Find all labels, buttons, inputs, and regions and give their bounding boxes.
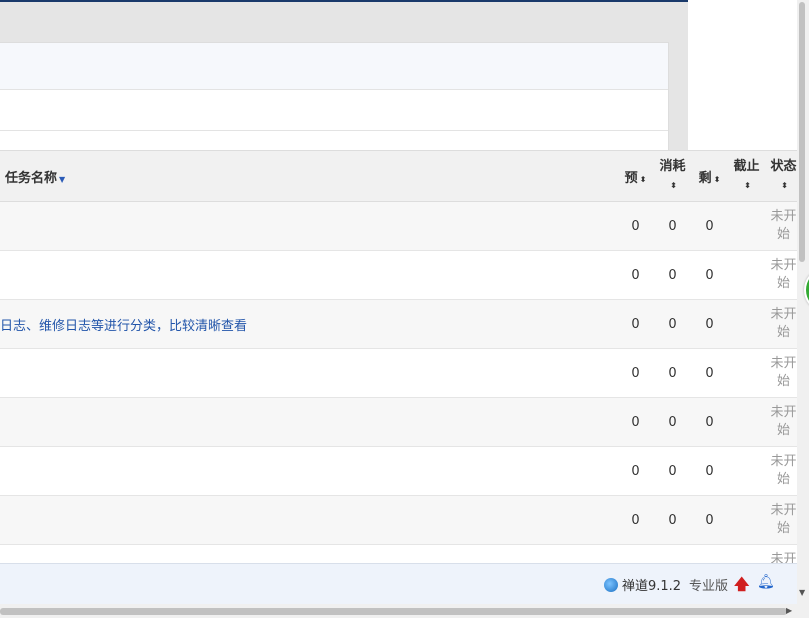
estimate-cell: 0 <box>617 250 654 300</box>
estimate-cell: 0 <box>617 397 654 447</box>
task-table: 任务名称 ▼ 预 ⬍ 消耗 ⬍ 剩 ⬍ 截止 ⬍ 状态 ⬍ 0 0 0 未开始 … <box>0 150 797 563</box>
column-header-label: 状态 <box>770 158 797 174</box>
status-cell: 未开始 <box>765 446 797 496</box>
status-cell: 未开始 <box>765 544 797 563</box>
left-cell: 0 <box>691 446 728 496</box>
sort-arrows-icon[interactable]: ⬍ <box>714 175 721 184</box>
upgrade-arrow-icon[interactable]: 🡅 <box>734 574 749 599</box>
deadline-cell <box>728 446 765 496</box>
consumed-cell: 0 <box>654 299 691 349</box>
consumed-cell: 0 <box>654 495 691 545</box>
sort-arrows-icon[interactable]: ⬍ <box>781 181 788 190</box>
status-cell: 未开始 <box>765 348 797 398</box>
left-cell: 0 <box>691 348 728 398</box>
deadline-cell <box>728 495 765 545</box>
column-header-label: 消耗 <box>659 158 686 174</box>
deadline-cell <box>728 250 765 300</box>
table-row[interactable]: 0 0 0 未开始 <box>0 397 797 447</box>
consumed-cell: 0 <box>654 348 691 398</box>
left-cell: 0 <box>691 299 728 349</box>
zentao-brand-link[interactable]: 禅道9.1.2 <box>604 575 681 594</box>
table-row[interactable]: 0 0 0 未开始 <box>0 544 797 563</box>
top-nav-bar <box>0 0 688 2</box>
estimate-cell: 0 <box>617 544 654 563</box>
estimate-cell: 0 <box>617 348 654 398</box>
edition-label: 专业版 <box>689 579 729 594</box>
scrollbar-thumb[interactable] <box>799 2 805 262</box>
left-cell: 0 <box>691 495 728 545</box>
status-cell: 未开始 <box>765 201 797 251</box>
consumed-cell: 0 <box>654 397 691 447</box>
estimate-cell: 0 <box>617 299 654 349</box>
table-row[interactable]: 0 0 0 未开始 <box>0 348 797 398</box>
task-name-cell[interactable] <box>0 201 617 251</box>
task-name-cell[interactable] <box>0 544 617 563</box>
bell-icon[interactable]: 🔔︎ <box>757 574 775 590</box>
table-row[interactable]: 日志、维修日志等进行分类，比较清晰查看 0 0 0 未开始 <box>0 299 797 349</box>
right-blank-area <box>688 0 809 150</box>
consumed-cell: 0 <box>654 201 691 251</box>
task-name-cell[interactable] <box>0 495 617 545</box>
deadline-cell <box>728 299 765 349</box>
task-name-cell[interactable] <box>0 397 617 447</box>
deadline-cell <box>728 544 765 563</box>
column-header-deadline[interactable]: 截止 ⬍ <box>728 150 765 202</box>
deadline-cell <box>728 348 765 398</box>
task-name-cell[interactable] <box>0 250 617 300</box>
table-row[interactable]: 0 0 0 未开始 <box>0 201 797 251</box>
filter-panel <box>0 42 669 151</box>
filter-panel-row <box>0 90 668 131</box>
table-row[interactable]: 0 0 0 未开始 <box>0 250 797 300</box>
column-header-left[interactable]: 剩 ⬍ <box>691 150 728 202</box>
consumed-cell: 0 <box>654 446 691 496</box>
scrollbar-corner <box>797 604 809 618</box>
left-cell: 0 <box>691 397 728 447</box>
estimate-cell: 0 <box>617 201 654 251</box>
left-cell: 0 <box>691 250 728 300</box>
column-header-status[interactable]: 状态 ⬍ <box>765 150 797 202</box>
sort-arrows-icon[interactable]: ⬍ <box>670 181 677 190</box>
estimate-cell: 0 <box>617 495 654 545</box>
sort-down-icon[interactable]: ▼ <box>59 175 65 184</box>
filter-panel-row <box>0 43 668 90</box>
consumed-cell: 0 <box>654 250 691 300</box>
task-name-cell[interactable]: 日志、维修日志等进行分类，比较清晰查看 <box>0 299 617 349</box>
brand-version: 禅道9.1.2 <box>622 579 682 594</box>
deadline-cell <box>728 201 765 251</box>
task-table-wrap: 任务名称 ▼ 预 ⬍ 消耗 ⬍ 剩 ⬍ 截止 ⬍ 状态 ⬍ 0 0 0 未开始 … <box>0 150 797 563</box>
column-header-estimate[interactable]: 预 ⬍ <box>617 150 654 202</box>
left-cell: 0 <box>691 201 728 251</box>
consumed-cell: 0 <box>654 544 691 563</box>
status-cell: 未开始 <box>765 299 797 349</box>
table-header-row: 任务名称 ▼ 预 ⬍ 消耗 ⬍ 剩 ⬍ 截止 ⬍ 状态 ⬍ <box>0 150 797 202</box>
sort-arrows-icon[interactable]: ⬍ <box>640 175 647 184</box>
status-cell: 未开始 <box>765 495 797 545</box>
status-cell: 未开始 <box>765 397 797 447</box>
table-row[interactable]: 0 0 0 未开始 <box>0 446 797 496</box>
status-cell: 未开始 <box>765 250 797 300</box>
horizontal-scrollbar[interactable]: ▶ <box>0 604 797 618</box>
sort-arrows-icon[interactable]: ⬍ <box>744 181 751 190</box>
left-cell: 0 <box>691 544 728 563</box>
scroll-right-arrow-icon[interactable]: ▶ <box>786 606 792 615</box>
globe-icon <box>604 577 618 592</box>
scrollbar-thumb[interactable] <box>0 608 787 615</box>
table-row[interactable]: 0 0 0 未开始 <box>0 495 797 545</box>
deadline-cell <box>728 397 765 447</box>
footer-bar: 禅道9.1.2 专业版 🡅 🔔︎ <box>0 563 797 605</box>
task-name-cell[interactable] <box>0 446 617 496</box>
column-header-label: 任务名称 <box>5 170 58 186</box>
column-header-consumed[interactable]: 消耗 ⬍ <box>654 150 691 202</box>
task-link[interactable]: 日志、维修日志等进行分类，比较清晰查看 <box>0 319 247 334</box>
column-header-label: 剩 <box>698 170 712 186</box>
column-header-name[interactable]: 任务名称 ▼ <box>0 150 617 202</box>
column-header-label: 截止 <box>733 158 760 174</box>
estimate-cell: 0 <box>617 446 654 496</box>
task-name-cell[interactable] <box>0 348 617 398</box>
scroll-down-arrow-icon[interactable]: ▼ <box>799 588 805 597</box>
column-header-label: 预 <box>624 170 638 186</box>
